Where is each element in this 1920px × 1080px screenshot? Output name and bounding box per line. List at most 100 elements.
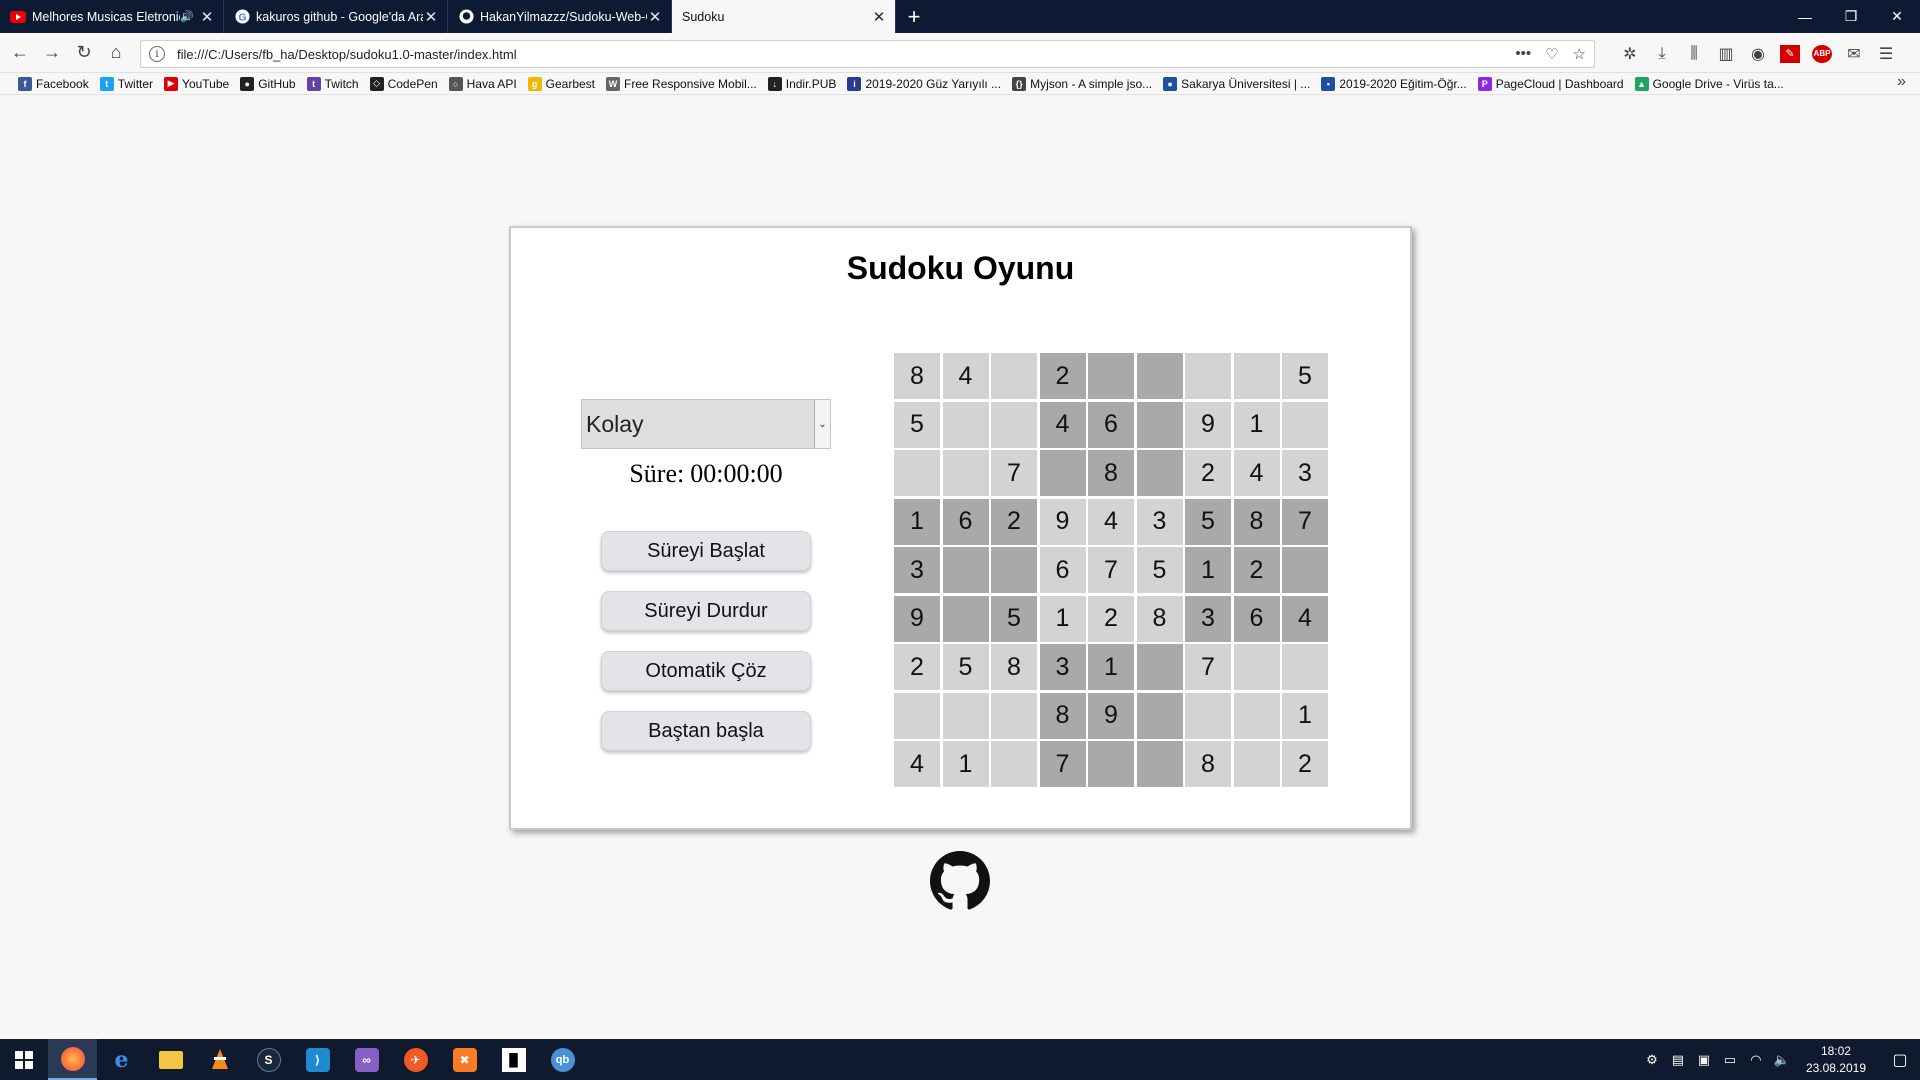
sudoku-cell[interactable] [1039,450,1086,496]
start-button[interactable] [0,1039,48,1080]
display-icon[interactable]: ▣ [1692,1052,1716,1068]
volume-icon[interactable]: 🔈 [1770,1052,1794,1068]
sudoku-cell[interactable]: 8 [1088,450,1134,496]
sudoku-cell[interactable]: 8 [1039,692,1086,739]
taskbar-edge[interactable]: e [97,1039,146,1080]
sudoku-cell[interactable]: 4 [942,353,989,399]
bookmark-item[interactable]: ○ Hava API [448,76,517,91]
sudoku-cell[interactable]: 5 [1282,353,1328,399]
bookmark-item[interactable]: t Twitch [306,76,359,91]
sudoku-cell[interactable] [991,741,1037,787]
sudoku-cell[interactable]: 1 [1282,692,1328,739]
taskbar-firefox[interactable] [48,1039,97,1080]
bookmark-item[interactable]: g Gearbest [527,76,595,91]
github-icon[interactable] [930,851,990,911]
reload-button[interactable]: ↻ [68,37,100,69]
sudoku-cell[interactable]: 2 [1233,547,1280,593]
url-bar[interactable]: i file:///C:/Users/fb_ha/Desktop/sudoku1… [140,40,1595,68]
sudoku-cell[interactable]: 2 [894,644,940,690]
sudoku-cell[interactable]: 3 [1282,450,1328,496]
taskbar-xampp[interactable]: ✖ [440,1039,489,1080]
close-window-button[interactable]: ✕ [1874,0,1920,33]
sudoku-cell[interactable] [1233,741,1280,787]
sudoku-cell[interactable] [942,401,989,448]
sudoku-cell[interactable] [991,692,1037,739]
sudoku-cell[interactable]: 1 [942,741,989,787]
bookmark-item[interactable]: W Free Responsive Mobil... [606,76,757,91]
sudoku-cell[interactable]: 8 [1136,595,1183,642]
bookmark-item[interactable]: ◇ CodePen [369,76,438,91]
restart-button[interactable]: Baştan başla [601,711,811,751]
account-icon[interactable]: ◉ [1748,44,1768,64]
notification-center-icon[interactable]: ▢ [1880,1050,1920,1070]
sudoku-cell[interactable]: 1 [1233,401,1280,448]
start-timer-button[interactable]: Süreyi Başlat [601,531,811,571]
taskbar-vlc[interactable] [195,1039,244,1080]
sudoku-cell[interactable]: 4 [1039,401,1086,448]
sudoku-cell[interactable] [1185,692,1231,739]
bookmark-item[interactable]: ▶ YouTube [164,76,229,91]
speaker-icon[interactable]: 🔊 [180,10,194,23]
bookmark-item[interactable]: ▲ Google Drive - Virüs ta... [1634,76,1784,91]
close-icon[interactable]: ✕ [871,8,887,26]
sudoku-cell[interactable]: 2 [991,498,1037,545]
extension-red-icon[interactable]: ✎ [1780,45,1800,63]
sudoku-cell[interactable]: 2 [1282,741,1328,787]
sudoku-cell[interactable] [1233,692,1280,739]
sudoku-cell[interactable] [1233,353,1280,399]
sudoku-cell[interactable]: 3 [1039,644,1086,690]
sudoku-cell[interactable]: 6 [1088,401,1134,448]
sudoku-cell[interactable] [1282,547,1328,593]
tab-youtube[interactable]: Melhores Musicas Eletronic 🔊 ✕ [0,0,224,33]
sudoku-cell[interactable]: 4 [1282,595,1328,642]
back-button[interactable]: ← [4,37,36,69]
bookmark-item[interactable]: {} Myjson - A simple jso... [1012,76,1152,91]
sudoku-cell[interactable]: 6 [1039,547,1086,593]
sudoku-cell[interactable] [1088,741,1134,787]
bookmark-star-icon[interactable]: ☆ [1573,45,1586,63]
sudoku-cell[interactable]: 9 [1088,692,1134,739]
sudoku-cell[interactable]: 7 [1088,547,1134,593]
taskbar-file-explorer[interactable] [146,1039,195,1080]
sudoku-cell[interactable]: 8 [991,644,1037,690]
keyboard-icon[interactable]: ▤ [1666,1052,1690,1068]
sudoku-cell[interactable]: 1 [894,498,940,545]
sudoku-cell[interactable]: 3 [894,547,940,593]
sudoku-cell[interactable] [894,692,940,739]
adblock-icon[interactable]: ABP [1812,45,1832,63]
sudoku-cell[interactable] [1136,692,1183,739]
sudoku-cell[interactable]: 7 [1039,741,1086,787]
sudoku-cell[interactable] [942,450,989,496]
sudoku-cell[interactable]: 2 [1088,595,1134,642]
bookmark-item[interactable]: f Facebook [18,76,89,91]
sudoku-cell[interactable] [894,450,940,496]
battery-icon[interactable]: ▭ [1718,1052,1742,1068]
forward-button[interactable]: → [36,37,68,69]
bookmark-item[interactable]: i 2019-2020 Güz Yarıyılı ... [847,76,1001,91]
sudoku-cell[interactable]: 7 [991,450,1037,496]
taskbar-qbittorrent[interactable]: qb [538,1039,587,1080]
taskbar-steam[interactable]: S [244,1039,293,1080]
sudoku-cell[interactable]: 5 [991,595,1037,642]
taskbar-jetbrains[interactable]: ▐▌ [489,1039,538,1080]
sudoku-cell[interactable] [1136,401,1183,448]
stop-timer-button[interactable]: Süreyi Durdur [601,591,811,631]
sudoku-cell[interactable]: 5 [942,644,989,690]
sudoku-cell[interactable]: 1 [1185,547,1231,593]
sudoku-cell[interactable]: 3 [1136,498,1183,545]
menu-icon[interactable]: ☰ [1876,44,1896,64]
download-icon[interactable]: ⤓ [1652,45,1672,63]
auto-solve-button[interactable]: Otomatik Çöz [601,651,811,691]
url-text[interactable]: file:///C:/Users/fb_ha/Desktop/sudoku1.0… [177,47,1515,62]
tab-sudoku[interactable]: Sudoku ✕ [672,0,896,33]
sudoku-cell[interactable]: 9 [1185,401,1231,448]
sudoku-cell[interactable]: 2 [1039,353,1086,399]
taskbar-visual-studio[interactable]: ∞ [342,1039,391,1080]
sudoku-cell[interactable]: 5 [1185,498,1231,545]
sudoku-cell[interactable] [1136,353,1183,399]
sudoku-cell[interactable]: 4 [1088,498,1134,545]
sudoku-cell[interactable]: 1 [1039,595,1086,642]
sudoku-cell[interactable] [991,353,1037,399]
sudoku-cell[interactable] [1136,644,1183,690]
sudoku-cell[interactable]: 2 [1185,450,1231,496]
